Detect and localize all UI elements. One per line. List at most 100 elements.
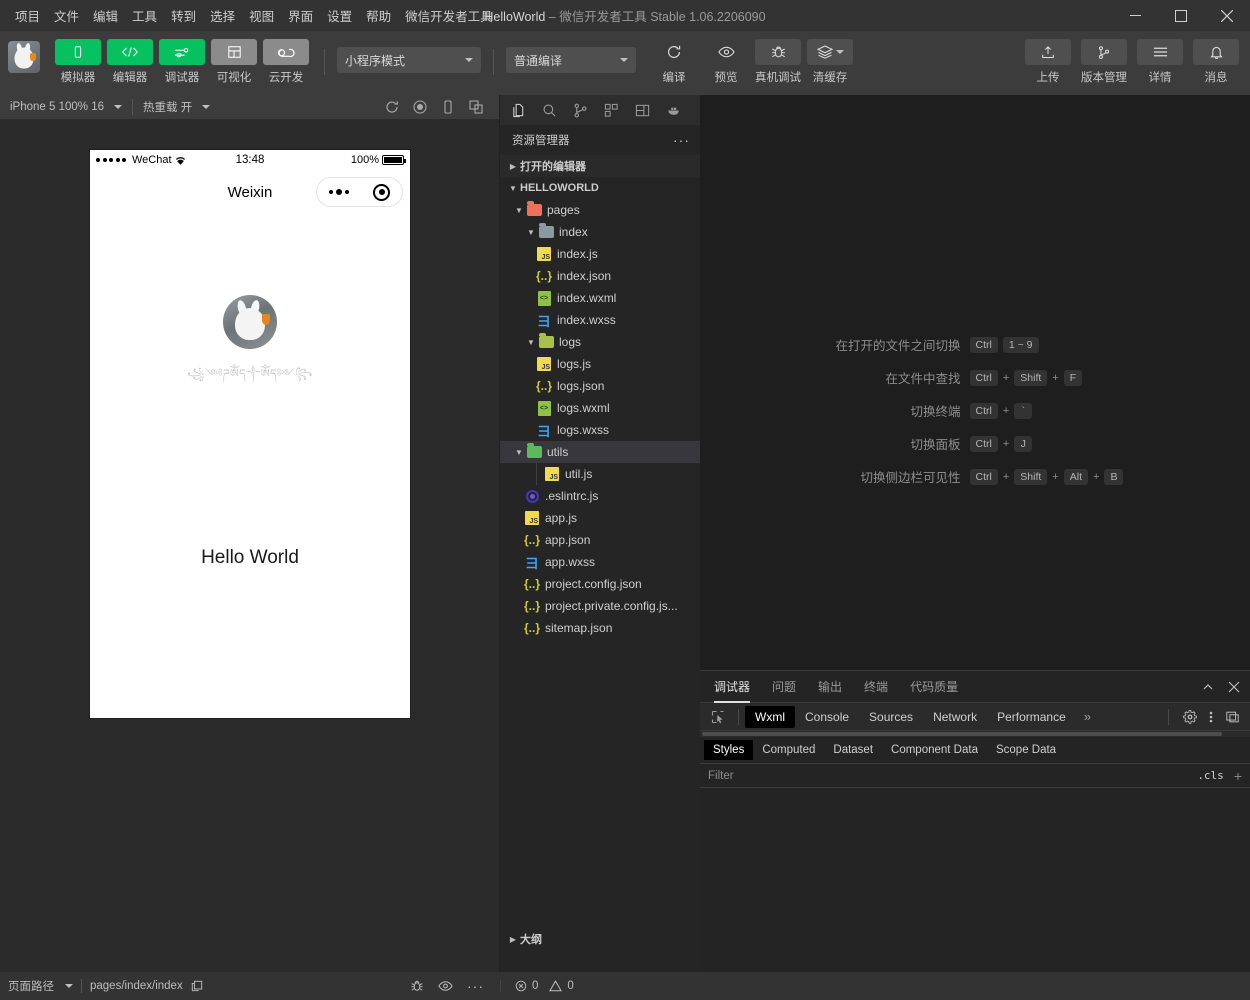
devtools-tab-4[interactable]: Performance (987, 706, 1076, 728)
tree-file[interactable]: index.wxml (500, 287, 700, 309)
tree-folder[interactable]: ▼ pages (500, 199, 700, 221)
panel-tab-0[interactable]: 调试器 (714, 671, 751, 703)
menu-item-9[interactable]: 帮助 (359, 2, 398, 29)
panel-tab-1[interactable]: 问题 (772, 671, 796, 703)
more-horizontal-icon[interactable]: ··· (673, 132, 690, 148)
minimize-icon[interactable] (1112, 0, 1158, 31)
styles-filter-row[interactable]: Filter .cls + (700, 764, 1250, 788)
tree-file[interactable]: 彐 index.wxss (500, 309, 700, 331)
mode-button-0[interactable]: 模拟器 (52, 39, 104, 85)
tree-file[interactable]: JS app.js (500, 507, 700, 529)
menu-item-5[interactable]: 选择 (203, 2, 242, 29)
tree-folder[interactable]: ▼ index (500, 221, 700, 243)
tree-file[interactable]: {..} app.json (500, 529, 700, 551)
source-control-icon[interactable] (566, 96, 595, 124)
more-horizontal-icon[interactable]: ··· (467, 978, 484, 994)
wechat-capsule[interactable] (316, 177, 403, 207)
action-button-1[interactable]: 预览 (700, 39, 752, 85)
layout-icon[interactable] (628, 96, 657, 124)
panel-tab-4[interactable]: 代码质量 (910, 671, 958, 703)
devtools-tab-3[interactable]: Network (923, 706, 987, 728)
tree-file[interactable]: {..} index.json (500, 265, 700, 287)
right-action-1[interactable]: 版本管理 (1078, 39, 1130, 85)
mode-button-1[interactable]: 编辑器 (104, 39, 156, 85)
tree-file[interactable]: {..} logs.json (500, 375, 700, 397)
page-path-value-group[interactable]: pages/index/index (82, 980, 211, 992)
tree-file[interactable]: .eslintrc.js (500, 485, 700, 507)
refresh-icon[interactable] (379, 95, 405, 119)
tree-folder[interactable]: ▼ utils (500, 441, 700, 463)
menu-item-7[interactable]: 界面 (281, 2, 320, 29)
action-button-3[interactable]: 清缓存 (804, 39, 856, 85)
menu-item-4[interactable]: 转到 (164, 2, 203, 29)
files-icon[interactable] (504, 96, 533, 124)
action-button-0[interactable]: 编译 (648, 39, 700, 85)
eye-icon[interactable] (438, 980, 453, 992)
right-action-0[interactable]: 上传 (1022, 39, 1074, 85)
styles-tab-3[interactable]: Component Data (882, 740, 987, 760)
styles-tab-4[interactable]: Scope Data (987, 740, 1065, 760)
devtools-tab-1[interactable]: Console (795, 706, 859, 728)
extensions-icon[interactable] (597, 96, 626, 124)
menu-item-1[interactable]: 文件 (47, 2, 86, 29)
search-icon[interactable] (535, 96, 564, 124)
tree-file[interactable]: {..} project.config.json (500, 573, 700, 595)
panel-tab-3[interactable]: 终端 (864, 671, 888, 703)
tree-folder[interactable]: ▼ logs (500, 331, 700, 353)
mode-button-3[interactable]: 可视化 (208, 39, 260, 85)
tree-file[interactable]: {..} sitemap.json (500, 617, 700, 639)
devtools-tab-0[interactable]: Wxml (745, 705, 795, 728)
right-action-2[interactable]: 详情 (1134, 39, 1186, 85)
bug-icon[interactable] (410, 979, 424, 993)
element-picker-icon[interactable] (704, 704, 732, 730)
more-dots-icon[interactable] (329, 189, 349, 195)
tree-file[interactable]: 彐 logs.wxss (500, 419, 700, 441)
multi-window-icon[interactable] (463, 95, 489, 119)
project-mode-select[interactable]: 小程序模式 (337, 47, 481, 73)
menu-item-3[interactable]: 工具 (125, 2, 164, 29)
action-button-2[interactable]: 真机调试 (752, 39, 804, 85)
hot-reload-select[interactable]: 热重载 开 (133, 95, 220, 119)
right-action-3[interactable]: 消息 (1190, 39, 1242, 85)
cls-button[interactable]: .cls (1197, 769, 1224, 782)
menu-item-2[interactable]: 编辑 (86, 2, 125, 29)
copy-icon[interactable] (191, 980, 203, 992)
tree-file[interactable]: JS util.js (500, 463, 700, 485)
mode-button-2[interactable]: 调试器 (156, 39, 208, 85)
tree-file[interactable]: logs.wxml (500, 397, 700, 419)
styles-tab-0[interactable]: Styles (704, 740, 754, 760)
tree-file[interactable]: JS index.js (500, 243, 700, 265)
project-root-section[interactable]: ▼ HELLOWORLD (500, 177, 700, 199)
mode-button-4[interactable]: 云开发 (260, 39, 312, 85)
tree-file[interactable]: 彐 app.wxss (500, 551, 700, 573)
record-icon[interactable] (407, 95, 433, 119)
styles-tab-1[interactable]: Computed (753, 740, 824, 760)
devtools-tab-2[interactable]: Sources (859, 706, 923, 728)
panel-tab-2[interactable]: 输出 (818, 671, 842, 703)
rotate-device-icon[interactable] (435, 95, 461, 119)
outline-section[interactable]: ▶ 大纲 (500, 928, 700, 950)
compile-mode-select[interactable]: 普通编译 (506, 47, 636, 73)
device-select[interactable]: iPhone 5 100% 16 (0, 95, 132, 119)
plus-icon[interactable]: + (1234, 768, 1242, 784)
chevron-double-right-icon[interactable]: » (1076, 709, 1099, 724)
close-icon[interactable] (1228, 681, 1240, 693)
dock-side-icon[interactable] (1225, 710, 1240, 724)
chevron-up-icon[interactable] (1202, 681, 1214, 693)
menu-item-0[interactable]: 项目 (8, 2, 47, 29)
kebab-menu-icon[interactable] (1209, 710, 1213, 724)
menu-item-6[interactable]: 视图 (242, 2, 281, 29)
styles-tab-2[interactable]: Dataset (824, 740, 882, 760)
close-icon[interactable] (1204, 0, 1250, 31)
gear-icon[interactable] (1183, 709, 1197, 724)
tree-file[interactable]: JS logs.js (500, 353, 700, 375)
devtools-scrollbar[interactable] (700, 731, 1250, 737)
maximize-icon[interactable] (1158, 0, 1204, 31)
target-icon[interactable] (373, 183, 390, 201)
menu-item-10[interactable]: 微信开发者工具 (398, 2, 500, 29)
page-path-select[interactable]: 页面路径 (0, 978, 81, 994)
docker-icon[interactable] (659, 96, 688, 124)
project-avatar[interactable] (8, 41, 40, 73)
problems-indicator[interactable]: 0 0 (500, 980, 574, 992)
phone-simulator[interactable]: WeChat 13:48 100% Weixin ꧁༺ཌༀད༒ༀད༻꧂ Hell… (90, 150, 410, 718)
